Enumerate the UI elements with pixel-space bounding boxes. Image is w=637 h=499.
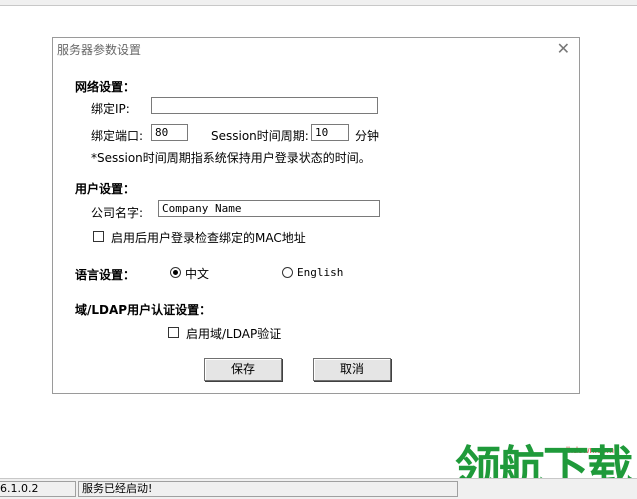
status-version: 6.1.0.2 <box>0 481 76 497</box>
window-top-edge <box>0 0 637 6</box>
radio-chinese-label: 中文 <box>185 267 210 281</box>
session-period-input[interactable] <box>311 124 349 141</box>
session-period-label: Session时间周期: <box>211 129 309 143</box>
cancel-button[interactable]: 取消 <box>313 358 391 381</box>
status-message: 服务已经启动! <box>78 481 458 497</box>
server-settings-dialog: 服务器参数设置 ✕ 网络设置： 绑定IP: 绑定端口: Session时间周期:… <box>52 37 580 394</box>
bind-ip-input[interactable] <box>151 97 378 114</box>
radio-english-label: English <box>297 266 344 279</box>
network-section-title: 网络设置： <box>75 80 136 94</box>
company-name-input[interactable] <box>158 200 380 217</box>
ldap-section-title: 域/LDAP用户认证设置： <box>75 303 212 317</box>
bind-port-label: 绑定端口: <box>91 129 144 143</box>
session-note: *Session时间周期指系统保持用户登录状态的时间。 <box>91 151 371 165</box>
close-icon[interactable]: ✕ <box>557 40 570 58</box>
user-section-title: 用户设置： <box>75 182 136 196</box>
radio-chinese[interactable] <box>170 267 181 278</box>
language-section-title: 语言设置： <box>75 268 136 282</box>
dialog-title: 服务器参数设置 <box>57 43 142 57</box>
radio-english[interactable] <box>282 267 293 278</box>
session-unit-label: 分钟 <box>355 129 380 143</box>
enable-ldap-checkbox[interactable] <box>168 327 179 338</box>
enable-ldap-label: 启用域/LDAP验证 <box>186 327 282 341</box>
check-mac-label: 启用后用户登录检查绑定的MAC地址 <box>111 231 306 245</box>
company-name-label: 公司名字: <box>91 206 144 220</box>
bind-port-input[interactable] <box>151 124 188 141</box>
bind-ip-label: 绑定IP: <box>91 102 130 116</box>
check-mac-checkbox[interactable] <box>93 231 104 242</box>
status-bar: 6.1.0.2 服务已经启动! <box>0 478 637 499</box>
save-button[interactable]: 保存 <box>204 358 282 381</box>
